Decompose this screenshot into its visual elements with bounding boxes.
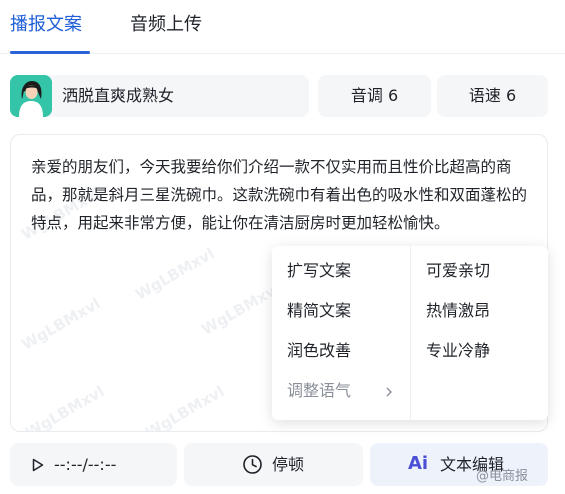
watermark: WgLBMxvl	[198, 279, 284, 339]
chevron-right-icon	[386, 387, 392, 397]
menu-tone-professional[interactable]: 专业冷静	[426, 340, 490, 362]
menu-condense[interactable]: 精简文案	[287, 300, 351, 322]
watermark: WgLBMxvl	[22, 382, 108, 432]
script-text[interactable]: 亲爱的朋友们，今天我要给你们介绍一款不仅实用而且性价比超高的商品，那就是斜月三星…	[31, 153, 531, 237]
menu-adjust-tone[interactable]: 调整语气	[287, 380, 351, 402]
voice-avatar	[10, 75, 52, 117]
menu-tone-cute[interactable]: 可爱亲切	[426, 260, 490, 282]
tone-button[interactable]: 音调 6	[318, 75, 431, 117]
ai-rewrite-menu: 扩写文案 精简文案 润色改善 调整语气 可爱亲切 热情激昂 专业冷静	[272, 246, 548, 420]
watermark: WgLBMxvl	[132, 244, 218, 304]
menu-tone-passionate[interactable]: 热情激昂	[426, 300, 490, 322]
menu-divider	[410, 246, 411, 420]
ai-icon: Ai	[408, 453, 429, 474]
play-button[interactable]: --:--/--:--	[10, 443, 177, 486]
menu-polish[interactable]: 润色改善	[287, 340, 351, 362]
woman-avatar-icon	[10, 75, 52, 117]
watermark: WgLBMxvl	[18, 294, 104, 354]
watermark: WgLBMxvl	[142, 382, 228, 432]
source-credit: @电商报	[476, 469, 529, 484]
active-tab-indicator	[10, 51, 90, 54]
speed-button[interactable]: 语速 6	[437, 75, 548, 117]
menu-expand[interactable]: 扩写文案	[287, 260, 351, 282]
tab-audio-upload[interactable]: 音频上传	[130, 12, 202, 38]
tab-broadcast-script[interactable]: 播报文案	[10, 12, 82, 38]
clock-icon	[243, 455, 262, 474]
pause-insert-button[interactable]: 停顿	[184, 443, 363, 486]
playback-time: --:--/--:--	[54, 455, 117, 474]
tab-bar: 播报文案 音频上传	[0, 0, 565, 54]
voice-name: 洒脱直爽成熟女	[62, 86, 175, 105]
voice-selector[interactable]: 洒脱直爽成熟女	[10, 75, 309, 117]
play-icon	[32, 458, 44, 472]
pause-label: 停顿	[272, 455, 305, 474]
